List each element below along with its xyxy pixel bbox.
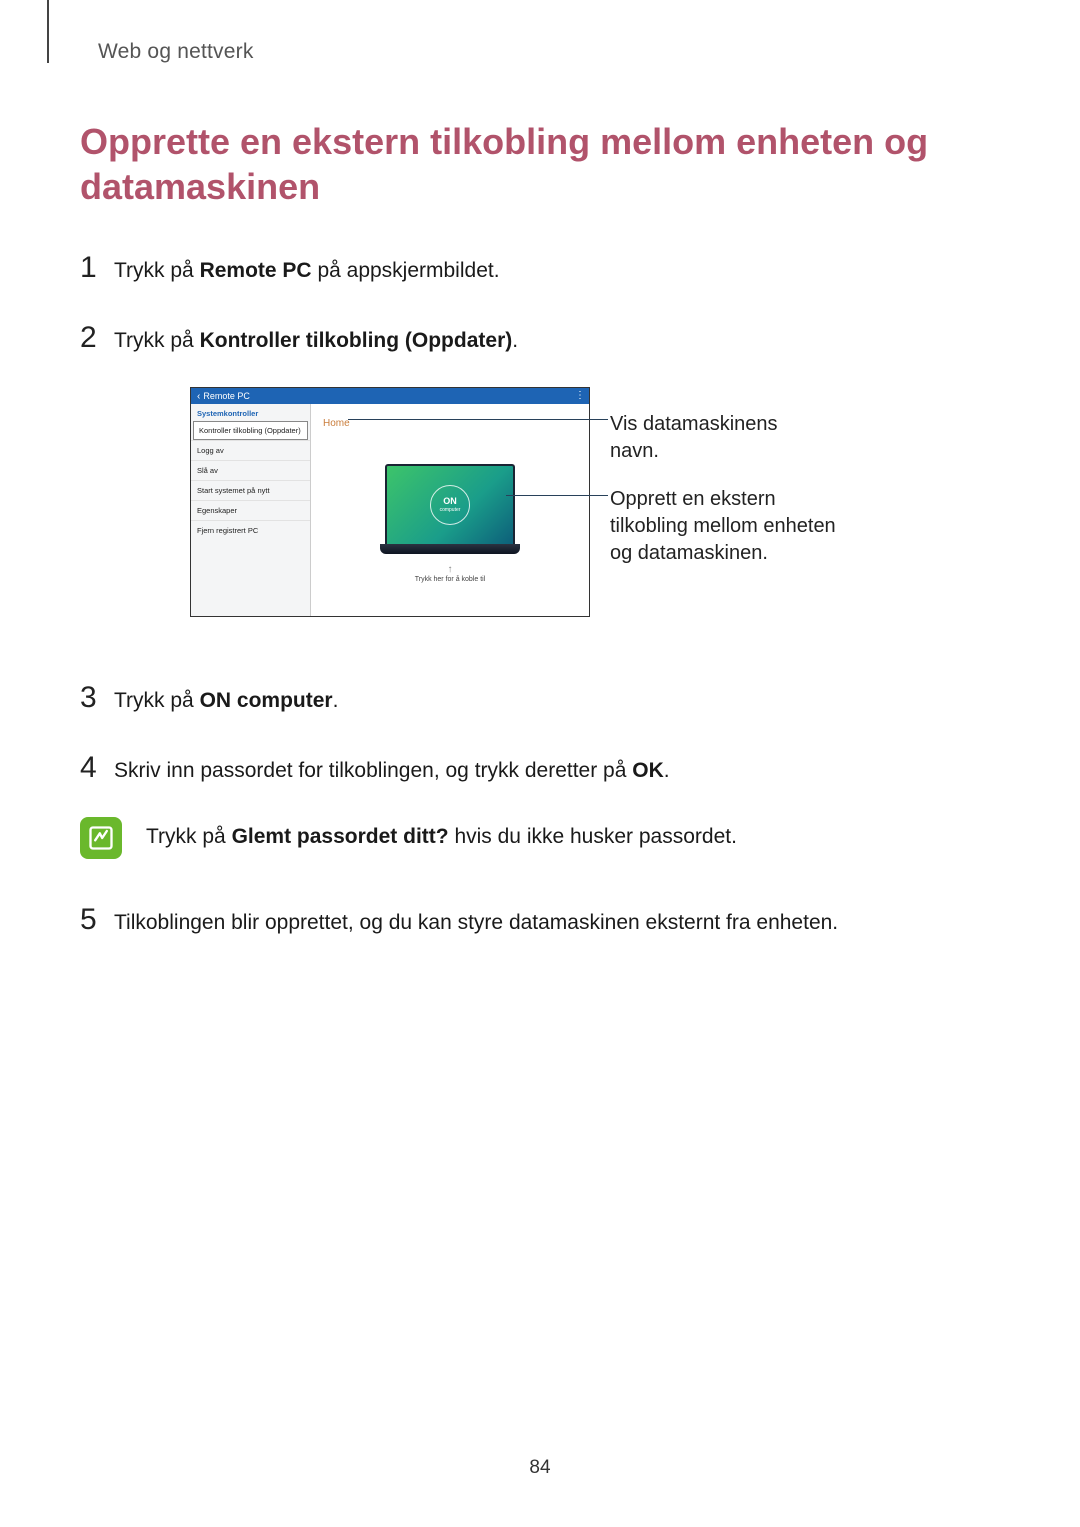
step-text: Trykk på ON computer.	[114, 686, 1000, 715]
callout-line	[348, 419, 608, 420]
step-2: 2 Trykk på Kontroller tilkobling (Oppdat…	[80, 317, 1000, 359]
step-text: Skriv inn passordet for tilkoblingen, og…	[114, 756, 1000, 785]
overflow-icon[interactable]: ⋮	[575, 390, 583, 401]
sidebar-item-restart[interactable]: Start systemet på nytt	[191, 480, 310, 500]
sidebar-item-remove-pc[interactable]: Fjern registrert PC	[191, 520, 310, 540]
sidebar: Systemkontroller Kontroller tilkobling (…	[191, 404, 311, 616]
page: Web og nettverk Opprette en ekstern tilk…	[0, 0, 1080, 1527]
text: Trykk på	[114, 329, 200, 352]
text: .	[333, 689, 339, 712]
laptop-screen: ON computer	[385, 464, 515, 544]
step-1: 1 Trykk på Remote PC på appskjermbildet.	[80, 247, 1000, 289]
text: .	[664, 759, 670, 782]
step-number: 4	[80, 747, 114, 789]
text: Skriv inn passordet for tilkoblingen, og…	[114, 759, 632, 782]
text: på appskjermbildet.	[312, 259, 500, 282]
bold-term: Remote PC	[200, 259, 312, 282]
sidebar-item-check-connection[interactable]: Kontroller tilkobling (Oppdater)	[193, 421, 308, 440]
side-rule	[47, 0, 49, 63]
text: Trykk på	[114, 259, 200, 282]
sidebar-item-logoff[interactable]: Logg av	[191, 440, 310, 460]
device-screenshot: ‹ Remote PC ⋮ Systemkontroller Kontrolle…	[190, 387, 590, 617]
on-label: ON	[443, 497, 457, 507]
on-computer-button[interactable]: ON computer	[430, 485, 470, 525]
page-title: Opprette en ekstern tilkobling mellom en…	[80, 119, 1000, 209]
figure-wrap: ‹ Remote PC ⋮ Systemkontroller Kontrolle…	[80, 387, 1000, 647]
steps-list-cont: 3 Trykk på ON computer. 4 Skriv inn pass…	[80, 677, 1000, 789]
step-text: Trykk på Remote PC på appskjermbildet.	[114, 256, 1000, 285]
note-icon	[80, 817, 122, 859]
step-3: 3 Trykk på ON computer.	[80, 677, 1000, 719]
callout-line	[506, 495, 608, 496]
laptop-base	[380, 544, 520, 554]
sidebar-title: Systemkontroller	[191, 404, 310, 421]
page-number: 84	[529, 1457, 550, 1479]
tap-hint: Trykk her for å koble til	[415, 576, 486, 583]
bold-term: ON computer	[200, 689, 333, 712]
section-header: Web og nettverk	[98, 40, 1000, 64]
text: Trykk på	[114, 689, 200, 712]
main-pane: Home ON computer ↑ Trykk her for å	[311, 404, 589, 616]
text: Trykk på	[146, 825, 232, 848]
bold-term: Kontroller tilkobling (Oppdater)	[200, 329, 513, 352]
device-body: Systemkontroller Kontroller tilkobling (…	[191, 404, 589, 616]
step-5: 5 Tilkoblingen blir opprettet, og du kan…	[80, 899, 1000, 941]
callout-connect: Opprett en ekstern tilkobling mellom enh…	[610, 486, 850, 567]
step-number: 3	[80, 677, 114, 719]
step-text: Trykk på Kontroller tilkobling (Oppdater…	[114, 326, 1000, 355]
text: .	[512, 329, 518, 352]
sidebar-item-shutdown[interactable]: Slå av	[191, 460, 310, 480]
on-sublabel: computer	[440, 507, 461, 513]
sidebar-item-properties[interactable]: Egenskaper	[191, 500, 310, 520]
app-header: ‹ Remote PC ⋮	[191, 388, 589, 404]
text: hvis du ikke husker passordet.	[449, 825, 737, 848]
step-text: Tilkoblingen blir opprettet, og du kan s…	[114, 908, 1000, 937]
bold-term: Glemt passordet ditt?	[232, 825, 449, 848]
back-icon[interactable]: ‹	[197, 391, 200, 402]
bold-term: OK	[632, 759, 664, 782]
step-number: 2	[80, 317, 114, 359]
app-header-title: Remote PC	[203, 391, 250, 401]
laptop-illustration: ON computer	[385, 464, 515, 554]
note-text: Trykk på Glemt passordet ditt? hvis du i…	[146, 817, 737, 849]
callout-computer-name: Vis datamaskinens navn.	[610, 411, 830, 465]
note-box: Trykk på Glemt passordet ditt? hvis du i…	[80, 817, 1000, 859]
steps-list: 1 Trykk på Remote PC på appskjermbildet.…	[80, 247, 1000, 359]
figure: ‹ Remote PC ⋮ Systemkontroller Kontrolle…	[190, 387, 890, 647]
arrow-up-icon: ↑	[448, 564, 453, 575]
steps-list-final: 5 Tilkoblingen blir opprettet, og du kan…	[80, 899, 1000, 941]
home-label: Home	[323, 418, 350, 429]
step-number: 5	[80, 899, 114, 941]
step-number: 1	[80, 247, 114, 289]
step-4: 4 Skriv inn passordet for tilkoblingen, …	[80, 747, 1000, 789]
